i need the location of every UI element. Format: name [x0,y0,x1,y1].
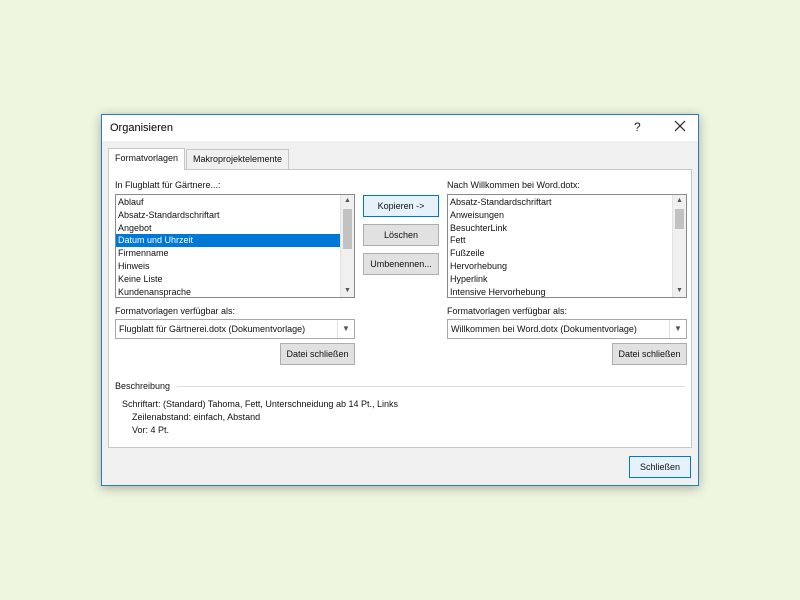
list-item[interactable]: BesuchterLink [448,222,672,235]
chevron-down-icon[interactable]: ▼ [669,320,686,338]
title-bar[interactable]: Organisieren ? [102,115,698,141]
help-button[interactable]: ? [634,120,641,134]
list-item[interactable]: Datum und Uhrzeit [116,234,340,248]
dialog-title: Organisieren [110,122,173,134]
group-divider [177,386,685,387]
right-list-label: Nach Willkommen bei Word.dotx: [447,180,580,190]
list-item[interactable]: Ablauf [116,196,340,209]
delete-button[interactable]: Löschen [363,224,439,246]
close-button[interactable]: Schließen [629,456,691,478]
list-item[interactable]: Angebot [116,222,340,235]
list-item[interactable]: Fußzeile [448,247,672,260]
rename-button[interactable]: Umbenennen... [363,253,439,275]
left-available-select[interactable]: Flugblatt für Gärtnerei.dotx (Dokumentvo… [115,319,355,339]
description-line-font: Schriftart: (Standard) Tahoma, Fett, Unt… [122,399,398,409]
scroll-thumb[interactable] [675,209,684,229]
list-item[interactable]: Hervorhebung [448,260,672,273]
close-icon[interactable] [672,118,688,134]
left-list-label: In Flugblatt für Gärtnere...: [115,180,221,190]
right-style-list[interactable]: Absatz-Standardschriftart Anweisungen Besu… [447,194,687,298]
list-item[interactable]: Keine Liste [116,273,340,286]
list-item[interactable]: Absatz-Standardschriftart [448,196,672,209]
left-style-list[interactable]: Ablauf Absatz-Standardschriftart Angebot Da… [115,194,355,298]
description-line-before: Vor: 4 Pt. [132,425,170,435]
description-heading: Beschreibung [115,381,171,391]
scroll-down-icon[interactable]: ▼ [341,285,354,297]
right-available-select[interactable]: Willkommen bei Word.dotx (Dokumentvorlag… [447,319,687,339]
list-item[interactable]: Kundenansprache [116,286,340,297]
list-item[interactable]: Intensive Hervorhebung [448,286,672,297]
list-item[interactable]: Firmenname [116,247,340,260]
list-item[interactable]: Absatz-Standardschriftart [116,209,340,222]
left-close-file-button[interactable]: Datei schließen [280,343,355,365]
left-list-scrollbar[interactable]: ▲ ▼ [340,195,354,297]
list-item[interactable]: Anweisungen [448,209,672,222]
tab-makroprojektelemente[interactable]: Makroprojektelemente [186,149,290,169]
right-list-scrollbar[interactable]: ▲ ▼ [672,195,686,297]
scroll-up-icon[interactable]: ▲ [341,195,354,207]
scroll-thumb[interactable] [343,209,352,249]
right-available-label: Formatvorlagen verfügbar als: [447,306,568,316]
list-item[interactable]: Hyperlink [448,273,672,286]
right-close-file-button[interactable]: Datei schließen [612,343,687,365]
right-available-value: Willkommen bei Word.dotx (Dokumentvorlag… [451,324,637,334]
left-available-value: Flugblatt für Gärtnerei.dotx (Dokumentvo… [119,324,306,334]
list-item[interactable]: Fett [448,234,672,247]
copy-button[interactable]: Kopieren -> [363,195,439,217]
tab-panel: In Flugblatt für Gärtnere...: Ablauf Absa… [108,169,692,448]
left-available-label: Formatvorlagen verfügbar als: [115,306,236,316]
description-line-spacing: Zeilenabstand: einfach, Abstand [132,412,261,422]
chevron-down-icon[interactable]: ▼ [337,320,354,338]
tab-formatvorlagen[interactable]: Formatvorlagen [108,148,186,170]
organizer-dialog: Organisieren ? Formatvorlagen Makroproje… [101,114,699,486]
list-item[interactable]: Hinweis [116,260,340,273]
scroll-up-icon[interactable]: ▲ [673,195,686,207]
scroll-down-icon[interactable]: ▼ [673,285,686,297]
